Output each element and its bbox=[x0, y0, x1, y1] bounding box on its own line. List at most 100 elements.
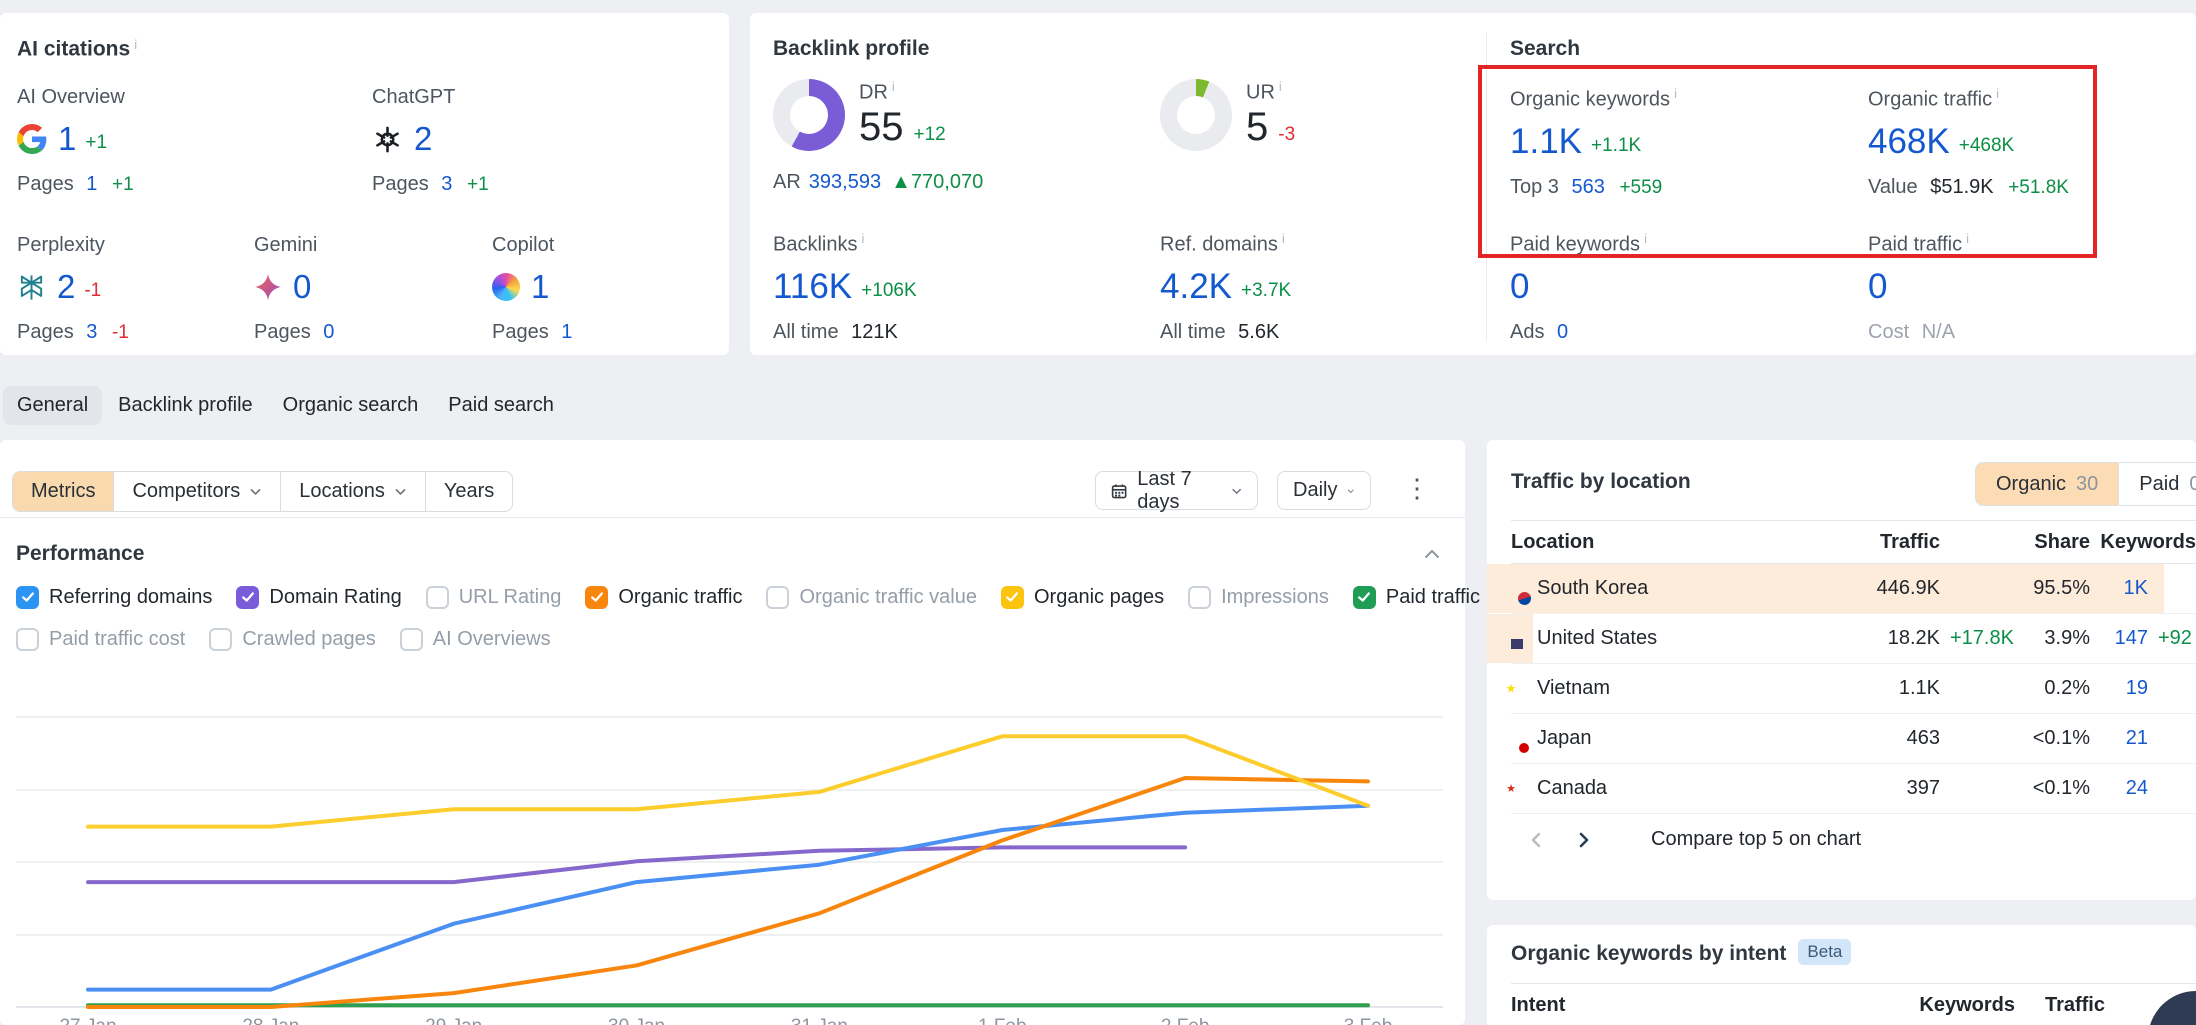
prev-page-icon[interactable] bbox=[1527, 830, 1547, 850]
ai-citations-panel: AI citationsi AI Overview 1 +1 Pages 1 +… bbox=[0, 13, 729, 355]
info-icon[interactable]: i bbox=[861, 231, 864, 246]
ai-metric-value[interactable]: 2 bbox=[57, 268, 75, 306]
keywords-link[interactable]: 24 bbox=[2090, 777, 2148, 800]
stat-sub-value[interactable]: 121K bbox=[851, 321, 898, 343]
years-button[interactable]: Years bbox=[425, 472, 512, 511]
competitors-button[interactable]: Competitors bbox=[113, 472, 280, 511]
ai-metric-value[interactable]: 0 bbox=[293, 268, 311, 306]
paid-keywords-block: Paid keywordsi 0 Ads 0 bbox=[1510, 231, 1647, 344]
granularity-label: Daily bbox=[1293, 479, 1337, 502]
performance-chart[interactable] bbox=[0, 610, 1465, 1010]
x-axis-tick-label: 27 Jan bbox=[59, 1016, 116, 1025]
tab-general[interactable]: General bbox=[3, 386, 102, 425]
ai-metric-value[interactable]: 1 bbox=[58, 120, 76, 158]
stat-sub-value[interactable]: $51.9K bbox=[1930, 176, 1993, 198]
metrics-button[interactable]: Metrics bbox=[13, 472, 113, 511]
pages-value[interactable]: 3 bbox=[86, 321, 97, 343]
date-range-button[interactable]: Last 7 days bbox=[1095, 471, 1258, 510]
chevron-down-icon bbox=[1231, 484, 1242, 498]
checkbox-referring-domains[interactable]: Referring domains bbox=[16, 586, 212, 609]
keywords-link[interactable]: 21 bbox=[2090, 727, 2148, 750]
keywords-link[interactable]: 147 bbox=[2090, 627, 2148, 650]
table-row[interactable]: United States 18.2K +17.8K 3.9% 147 +92 bbox=[1511, 614, 2196, 664]
ar-value[interactable]: 393,593 bbox=[809, 171, 881, 193]
tab-paid-search[interactable]: Paid search bbox=[434, 386, 568, 425]
table-row[interactable]: Vietnam 1.1K 0.2% 19 bbox=[1511, 664, 2196, 714]
stat-value[interactable]: 4.2K bbox=[1160, 267, 1232, 307]
stat-value[interactable]: 1.1K bbox=[1510, 122, 1582, 162]
stat-value[interactable]: 468K bbox=[1868, 122, 1950, 162]
granularity-button[interactable]: Daily bbox=[1277, 471, 1371, 510]
ai-metric-delta: -1 bbox=[84, 280, 101, 302]
table-row[interactable]: South Korea 446.9K 95.5% 1K bbox=[1511, 564, 2196, 614]
intent-table-header: Intent Keywords Traffic bbox=[1511, 983, 2196, 1025]
checkbox-organic-traffic-value[interactable]: Organic traffic value bbox=[766, 586, 977, 609]
pages-value[interactable]: 1 bbox=[86, 173, 97, 195]
tab-organic-search[interactable]: Organic search bbox=[269, 386, 433, 425]
stat-sub-value[interactable]: 563 bbox=[1572, 176, 1605, 198]
locations-button[interactable]: Locations bbox=[280, 472, 425, 511]
stat-sub-value[interactable]: N/A bbox=[1922, 321, 1955, 343]
keywords-link[interactable]: 1K bbox=[2090, 577, 2148, 600]
stat-sub-delta: +559 bbox=[1619, 177, 1662, 198]
info-icon[interactable]: i bbox=[1996, 86, 1999, 101]
stat-value[interactable]: 116K bbox=[773, 267, 852, 307]
pages-label: Pages bbox=[17, 173, 74, 195]
pages-value[interactable]: 1 bbox=[561, 321, 572, 343]
unchecked-checkbox-icon bbox=[766, 586, 789, 609]
ai-metric-value[interactable]: 1 bbox=[531, 268, 549, 306]
traffic-value: 18.2K bbox=[1840, 627, 1940, 650]
x-axis-tick-label: 30 Jan bbox=[608, 1016, 665, 1025]
pages-value[interactable]: 3 bbox=[441, 173, 452, 195]
next-page-icon[interactable] bbox=[1573, 830, 1593, 850]
pages-delta: +1 bbox=[467, 174, 489, 195]
ai-citation-metric: Perplexity 2 -1 Pages 3 -1 bbox=[17, 234, 129, 344]
checked-checkbox-icon bbox=[585, 586, 608, 609]
ahrefs-rank-row: AR393,593▲770,070 bbox=[773, 171, 983, 194]
ai-metric-value[interactable]: 2 bbox=[414, 120, 432, 158]
checkbox-organic-pages[interactable]: Organic pages bbox=[1001, 586, 1164, 609]
location-pager: Compare top 5 on chart bbox=[1527, 828, 1861, 851]
location-name: Canada bbox=[1537, 777, 1840, 800]
table-row[interactable]: Canada 397 <0.1% 24 bbox=[1511, 764, 2196, 814]
collapse-section-button[interactable] bbox=[1422, 544, 1442, 569]
stat-sub-value[interactable]: 0 bbox=[1557, 321, 1568, 343]
stat-label: Paid keywordsi bbox=[1510, 231, 1647, 257]
checkbox-url-rating[interactable]: URL Rating bbox=[426, 586, 562, 609]
info-icon[interactable]: i bbox=[1674, 86, 1677, 101]
stat-sub-label: All time bbox=[773, 321, 839, 343]
tab-backlink-profile[interactable]: Backlink profile bbox=[104, 386, 267, 425]
info-icon[interactable]: i bbox=[134, 37, 137, 52]
stat-sub-value[interactable]: 5.6K bbox=[1238, 321, 1279, 343]
stat-value[interactable]: 0 bbox=[1510, 267, 1529, 307]
info-icon[interactable]: i bbox=[1282, 231, 1285, 246]
stat-sub-delta: +51.8K bbox=[2008, 177, 2069, 198]
table-row[interactable]: Japan 463 <0.1% 21 bbox=[1511, 714, 2196, 764]
toggle-paid[interactable]: Paid0 bbox=[2118, 463, 2196, 505]
chart-line-referring-domains bbox=[88, 806, 1368, 990]
ref-domains-block: Ref. domainsi 4.2K +3.7K All time 5.6K bbox=[1160, 231, 1291, 344]
compare-top5-link[interactable]: Compare top 5 on chart bbox=[1651, 828, 1861, 851]
checkbox-impressions[interactable]: Impressions bbox=[1188, 586, 1329, 609]
info-icon[interactable]: i bbox=[1644, 231, 1647, 246]
checkbox-label: Paid traffic bbox=[1386, 586, 1480, 609]
checked-checkbox-icon bbox=[1001, 586, 1024, 609]
info-icon[interactable]: i bbox=[892, 79, 895, 94]
stat-value[interactable]: 0 bbox=[1868, 267, 1887, 307]
more-options-button[interactable]: ⋮ bbox=[1404, 473, 1430, 504]
perplexity-icon bbox=[17, 273, 46, 302]
chevron-down-icon bbox=[394, 485, 407, 498]
info-icon[interactable]: i bbox=[1279, 79, 1282, 94]
dr-value: 55+12 bbox=[859, 107, 946, 155]
stat-label: Organic traffici bbox=[1868, 86, 2069, 112]
keywords-link[interactable]: 19 bbox=[2090, 677, 2148, 700]
share-value: <0.1% bbox=[2010, 777, 2090, 800]
toggle-organic[interactable]: Organic30 bbox=[1976, 463, 2118, 505]
location-name: South Korea bbox=[1537, 577, 1840, 600]
info-icon[interactable]: i bbox=[1966, 231, 1969, 246]
checkbox-domain-rating[interactable]: Domain Rating bbox=[236, 586, 401, 609]
ahrefs-overview-screen: AI citationsi AI Overview 1 +1 Pages 1 +… bbox=[0, 0, 2196, 1025]
pages-value[interactable]: 0 bbox=[323, 321, 334, 343]
checkbox-organic-traffic[interactable]: Organic traffic bbox=[585, 586, 742, 609]
checkbox-paid-traffic[interactable]: Paid traffic bbox=[1353, 586, 1480, 609]
